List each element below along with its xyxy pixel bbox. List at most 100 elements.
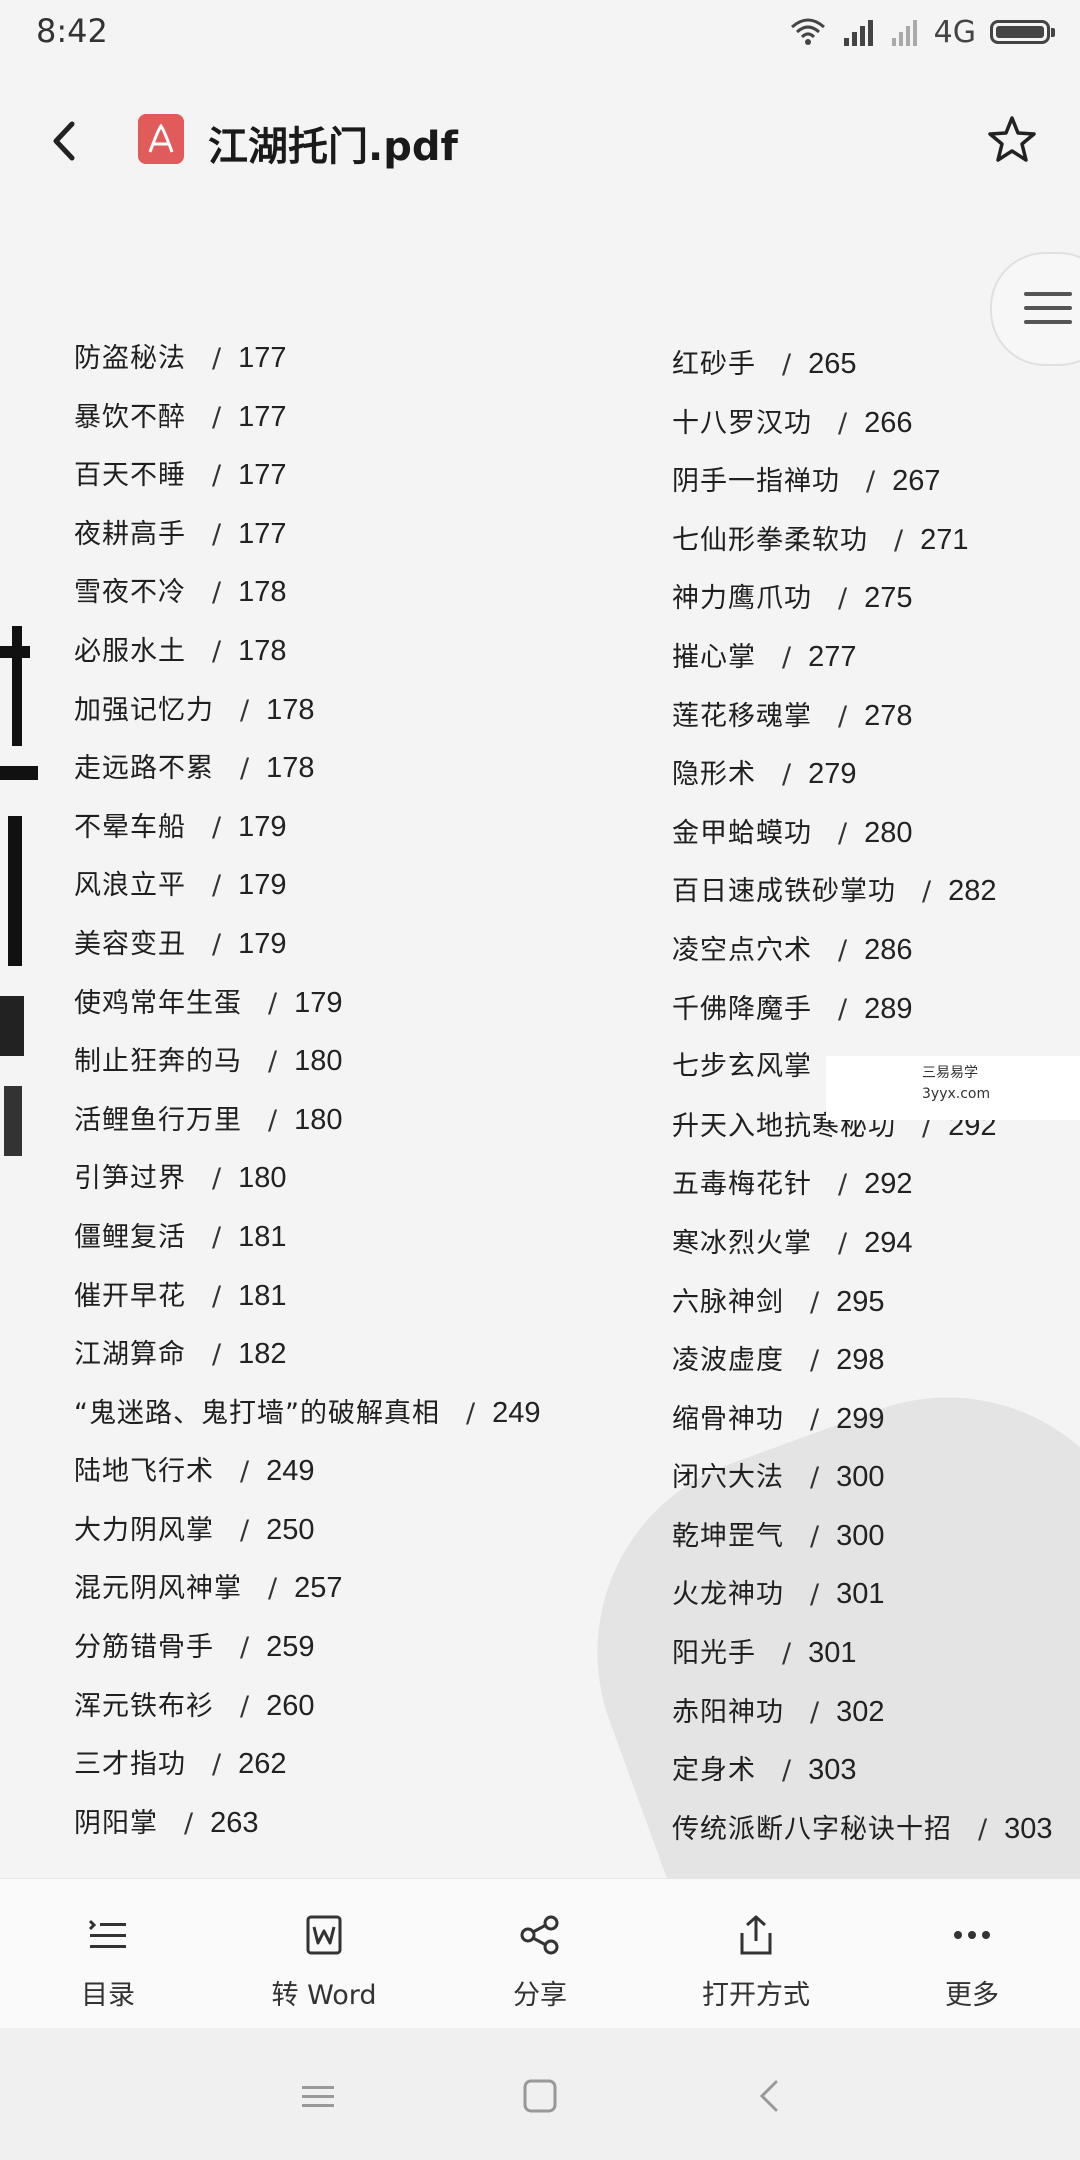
toc-entry[interactable]: 不晕车船 / 179 <box>74 798 540 857</box>
toc-entry[interactable]: 夜耕高手 / 177 <box>74 505 540 564</box>
toc-entry[interactable]: 十八罗汉功 / 266 <box>672 394 1053 453</box>
toc-separator: / <box>212 1280 223 1312</box>
toc-entry[interactable]: 莲花移魂掌 / 278 <box>672 687 1053 746</box>
home-icon[interactable] <box>522 2078 558 2114</box>
toc-entry-title: 美容变丑 <box>74 928 186 960</box>
toc-entry[interactable]: 赤阳神功 / 302 <box>672 1683 1053 1742</box>
page-edge-calligraphy <box>0 626 38 1156</box>
toc-entry[interactable]: 火龙神功 / 301 <box>672 1565 1053 1624</box>
toc-entry[interactable]: “鬼迷路、鬼打墙”的破解真相 / 249 <box>74 1384 540 1443</box>
favorite-star-icon[interactable] <box>984 112 1040 168</box>
toc-entry[interactable]: 加强记忆力 / 178 <box>74 681 540 740</box>
toc-entry-title: 十八罗汉功 <box>672 407 812 439</box>
toc-entry[interactable]: 分筋错骨手 / 259 <box>74 1618 540 1677</box>
toc-entry-page: 260 <box>266 1689 315 1722</box>
toc-entry[interactable]: 活鲤鱼行万里 / 180 <box>74 1091 540 1150</box>
title-bar: 江湖托门.pdf <box>0 92 1080 188</box>
toc-entry-page: 294 <box>864 1226 913 1259</box>
toc-entry[interactable]: 红砂手 / 265 <box>672 335 1053 394</box>
toc-entry[interactable]: 神力鹰爪功 / 275 <box>672 569 1053 628</box>
open-with-button[interactable]: 打开方式 <box>648 1879 864 2029</box>
toc-entry[interactable]: 闭穴大法 / 300 <box>672 1448 1053 1507</box>
toc-entry[interactable]: 催开早花 / 181 <box>74 1267 540 1326</box>
toc-entry[interactable]: 必服水土 / 178 <box>74 622 540 681</box>
toc-entry-title: 引笋过界 <box>74 1163 186 1195</box>
toc-entry-page: 292 <box>864 1168 913 1201</box>
network-type: 4G <box>933 14 976 50</box>
toc-entry[interactable]: 雪夜不冷 / 178 <box>74 563 540 622</box>
toc-entry[interactable]: 金甲蛤蟆功 / 280 <box>672 804 1053 863</box>
toc-entry-page: 257 <box>294 1572 343 1605</box>
nav-back-icon[interactable] <box>752 2078 788 2114</box>
toc-entry[interactable]: 暴饮不醉 / 177 <box>74 388 540 447</box>
toc-entry[interactable]: 陆地飞行术 / 249 <box>74 1442 540 1501</box>
toc-entry-page: 250 <box>266 1513 315 1546</box>
toc-entry[interactable]: 凌空点穴术 / 286 <box>672 921 1053 980</box>
toc-entry[interactable]: 千佛降魔手 / 289 <box>672 980 1053 1039</box>
toc-separator: / <box>782 641 793 673</box>
toc-separator: / <box>212 460 223 492</box>
toc-entry[interactable]: 缩骨神功 / 299 <box>672 1390 1053 1449</box>
toc-entry[interactable]: 防盗秘法 / 177 <box>74 329 540 388</box>
toc-entry[interactable]: 浑元铁布衫 / 260 <box>74 1677 540 1736</box>
toc-separator: / <box>782 1638 793 1670</box>
toc-entry[interactable]: 七仙形拳柔软功 / 271 <box>672 511 1053 570</box>
toc-entry[interactable]: 使鸡常年生蛋 / 179 <box>74 974 540 1033</box>
toc-entry[interactable]: 走远路不累 / 178 <box>74 739 540 798</box>
toc-entry[interactable]: 引笋过界 / 180 <box>74 1149 540 1208</box>
toc-entry[interactable]: 僵鲤复活 / 181 <box>74 1208 540 1267</box>
toc-entry[interactable]: 美容变丑 / 179 <box>74 915 540 974</box>
toc-entry[interactable]: 风浪立平 / 179 <box>74 856 540 915</box>
toc-entry[interactable]: 传统派断八字秘诀十招 / 303 <box>672 1800 1053 1859</box>
toc-entry[interactable]: 隐形术 / 279 <box>672 745 1053 804</box>
share-button[interactable]: 分享 <box>432 1879 648 2029</box>
more-button[interactable]: 更多 <box>864 1879 1080 2029</box>
toc-entry[interactable]: 制止狂奔的马 / 180 <box>74 1032 540 1091</box>
toc-entry-title: 加强记忆力 <box>74 694 214 726</box>
toc-entry[interactable]: 百天不睡 / 177 <box>74 446 540 505</box>
back-arrow-icon[interactable] <box>40 114 94 168</box>
toc-entry[interactable]: 定身术 / 303 <box>672 1741 1053 1800</box>
toc-entry-page: 259 <box>266 1631 315 1664</box>
toc-entry-page: 178 <box>238 634 287 667</box>
toc-separator: / <box>240 1690 251 1722</box>
toc-separator: / <box>810 1403 821 1435</box>
toc-entry[interactable]: 阳光手 / 301 <box>672 1624 1053 1683</box>
toc-entry-title: 催开早花 <box>74 1280 186 1312</box>
menu-icon[interactable] <box>300 2078 336 2114</box>
toc-entry[interactable]: 乾坤罡气 / 300 <box>672 1507 1053 1566</box>
toc-separator: / <box>782 759 793 791</box>
toc-left-column: 防盗秘法 / 177 暴饮不醉 / 177 百天不睡 / 177 夜耕高手 / 177 雪夜不冷 / 178… <box>74 329 540 1852</box>
document-title: 江湖托门.pdf <box>208 124 458 170</box>
toc-entry-page: 282 <box>948 875 997 908</box>
toc-entry-page: 180 <box>294 1045 343 1078</box>
toc-entry[interactable]: 寒冰烈火掌 / 294 <box>672 1214 1053 1273</box>
toc-separator: / <box>810 1520 821 1552</box>
toc-entry[interactable]: 凌波虚度 / 298 <box>672 1331 1053 1390</box>
toc-entry-title: 缩骨神功 <box>672 1403 784 1435</box>
toc-entry[interactable]: 阴阳掌 / 263 <box>74 1794 540 1853</box>
toc-entry[interactable]: 江湖算命 / 182 <box>74 1325 540 1384</box>
toc-separator: / <box>978 1813 989 1845</box>
toc-entry[interactable]: 六脉神剑 / 295 <box>672 1273 1053 1332</box>
toc-entry-title: 乾坤罡气 <box>672 1520 784 1552</box>
toc-entry[interactable]: 五毒梅花针 / 292 <box>672 1155 1053 1214</box>
convert-word-button[interactable]: 转 Word <box>216 1879 432 2029</box>
toc-entry[interactable]: 大力阴风掌 / 250 <box>74 1501 540 1560</box>
toc-separator: / <box>782 1755 793 1787</box>
toc-entry[interactable]: 摧心掌 / 277 <box>672 628 1053 687</box>
toc-entry-page: 177 <box>238 400 287 433</box>
toc-entry-title: 夜耕高手 <box>74 518 186 550</box>
toc-entry[interactable]: 阴手一指禅功 / 267 <box>672 452 1053 511</box>
bottom-toolbar: 目录 转 Word 分享 打开方式 更多 <box>0 1878 1080 2029</box>
toc-separator: / <box>212 518 223 550</box>
toc-entry[interactable]: 混元阴风神掌 / 257 <box>74 1559 540 1618</box>
toc-entry-page: 301 <box>836 1578 885 1611</box>
toc-entry-page: 179 <box>238 927 287 960</box>
toc-button[interactable]: 目录 <box>0 1879 216 2029</box>
toc-separator: / <box>838 817 849 849</box>
signal-icon <box>843 20 873 46</box>
toc-separator: / <box>782 349 793 380</box>
toc-entry[interactable]: 百日速成铁砂掌功 / 282 <box>672 862 1053 921</box>
toc-entry[interactable]: 三才指功 / 262 <box>74 1735 540 1794</box>
